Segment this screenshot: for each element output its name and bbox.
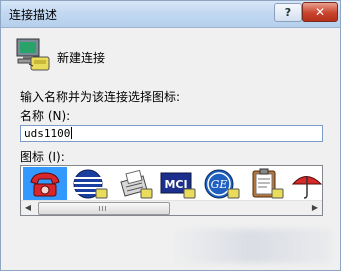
grip-icon — [99, 206, 108, 211]
new-connection-label: 新建连接 — [57, 51, 106, 65]
icon-option-fax[interactable] — [111, 167, 155, 201]
umbrella-icon — [291, 176, 323, 199]
blurred-buttons-area — [171, 229, 331, 263]
icon-option-umbrella[interactable] — [287, 167, 331, 201]
connection-description-dialog: 连接描述 ? ✕ 新建连接 输入名称并为该连接选择图标: 名称 (N): uds… — [0, 0, 341, 271]
title-bar[interactable]: 连接描述 ? ✕ — [1, 1, 340, 28]
horizontal-scrollbar[interactable]: ◀ ▶ — [21, 200, 322, 215]
icon-label: 图标 (I): — [20, 150, 65, 164]
mci-icon: MCI — [160, 172, 196, 199]
close-button[interactable]: ✕ — [302, 2, 338, 22]
name-label: 名称 (N): — [20, 109, 71, 123]
globe-icon — [73, 169, 108, 199]
scroll-thumb[interactable] — [38, 202, 170, 215]
svg-text:GE: GE — [211, 178, 228, 191]
telephone-icon — [30, 172, 60, 197]
ge-icon: GE — [204, 169, 240, 199]
name-input[interactable]: uds1100 — [20, 125, 323, 142]
icon-option-clipboard[interactable] — [243, 167, 287, 201]
clipboard-icon — [252, 168, 284, 199]
new-connection-icon — [16, 38, 50, 71]
help-button[interactable]: ? — [274, 3, 302, 22]
fax-icon — [120, 169, 153, 199]
icon-list[interactable]: MCI GE ◀ ▶ — [20, 165, 323, 216]
window-title: 连接描述 — [9, 8, 58, 22]
scroll-left-arrow-icon[interactable]: ◀ — [21, 201, 35, 215]
icon-option-mci[interactable]: MCI — [155, 167, 199, 201]
icon-option-ge[interactable]: GE — [199, 167, 243, 201]
name-input-value: uds1100 — [24, 127, 71, 140]
icon-option-globe[interactable] — [67, 167, 111, 201]
scroll-right-arrow-icon[interactable]: ▶ — [308, 201, 322, 215]
instruction-text: 输入名称并为该连接选择图标: — [20, 90, 181, 104]
text-caret — [71, 127, 73, 139]
icon-option-telephone[interactable] — [23, 167, 67, 201]
